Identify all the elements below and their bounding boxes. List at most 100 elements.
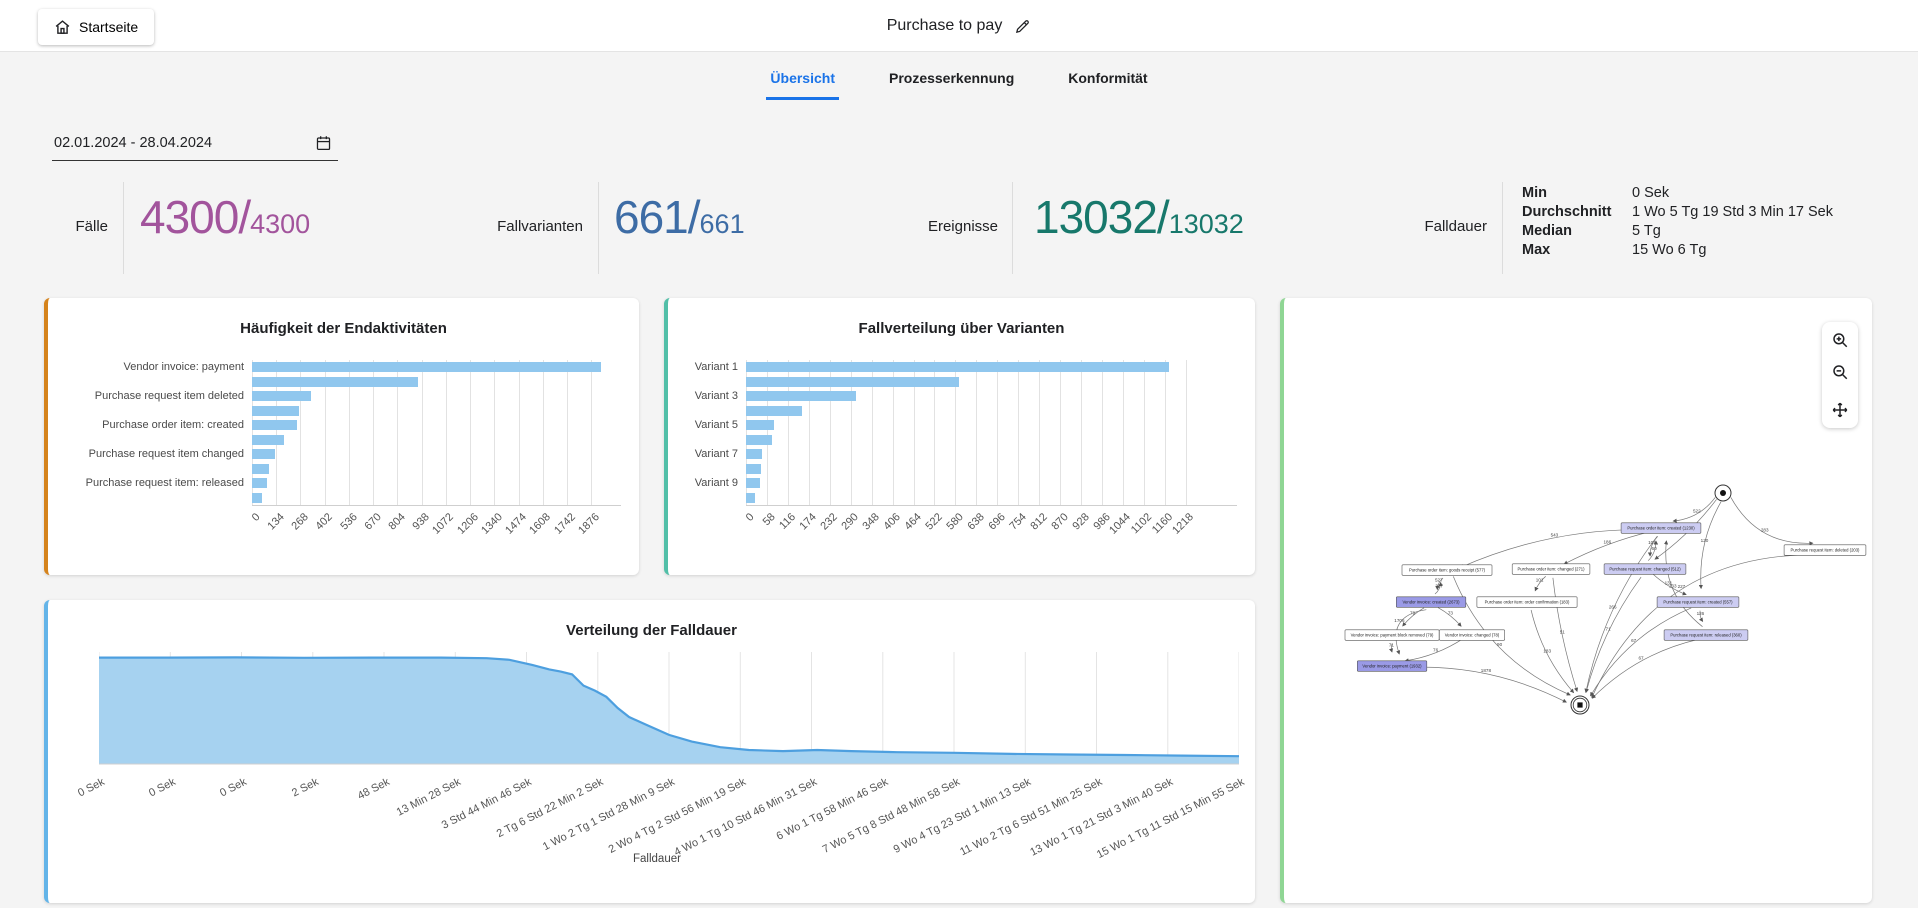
node-label: Purchase request item: deleted (203)	[1791, 548, 1861, 553]
bar-track	[252, 433, 621, 448]
divider	[598, 182, 599, 274]
activity-node[interactable]: Purchase request item: changed (512)	[1603, 563, 1687, 575]
bar-rows: Variant 1 Variant 3 Variant 5 Variant 7 Vari…	[688, 360, 1237, 505]
bar-track	[252, 418, 621, 433]
bar[interactable]	[746, 492, 756, 503]
x-tick-label: 1876	[576, 511, 602, 537]
bar-label: Variant 5	[694, 419, 738, 432]
graph-edge	[1730, 497, 1814, 546]
graph-edge	[1591, 554, 1818, 699]
divider	[1502, 182, 1503, 274]
stat-value: 1 Wo 5 Tg 19 Std 3 Min 17 Sek	[1632, 204, 1833, 220]
x-tick-label: 0	[743, 511, 757, 524]
x-tick-label: 2 Wo 4 Tg 2 Std 56 Min 19 Sek	[606, 776, 748, 856]
x-tick-label: 174	[797, 511, 820, 533]
x-axis-label: Falldauer	[633, 853, 681, 865]
activity-node[interactable]: Vendor invoice: changed (78)	[1439, 629, 1506, 641]
process-graph[interactable]: 5222831201295431861016052732779731706717…	[1284, 298, 1876, 903]
bar-row	[688, 462, 1237, 477]
edge-label: 1706	[1394, 618, 1405, 623]
edge-label: 183	[1543, 648, 1551, 653]
bar[interactable]	[252, 449, 275, 460]
x-tick-label: 1 Wo 2 Tg 1 Std 28 Min 9 Sek	[540, 776, 677, 854]
bar[interactable]	[252, 463, 269, 474]
edit-title-button[interactable]	[1014, 18, 1031, 35]
x-tick-label: 0	[249, 511, 263, 524]
start-node[interactable]	[1714, 484, 1732, 502]
tab-prozesserkennung[interactable]: Prozesserkennung	[885, 62, 1018, 100]
bar-row	[68, 375, 621, 390]
bar-row: Purchase request item deleted	[68, 389, 621, 404]
activity-node[interactable]: Purchase order item: goods receipt (577)	[1401, 564, 1493, 576]
activity-node[interactable]: Purchase order item: order confirmation …	[1476, 596, 1578, 608]
tab-uebersicht[interactable]: Übersicht	[766, 62, 839, 100]
x-tick-label: 268	[289, 511, 311, 533]
x-tick-label: 4 Wo 1 Tg 10 Std 46 Min 31 Sek	[672, 776, 819, 859]
x-tick-label: 1742	[551, 511, 578, 537]
bar-label: Purchase request item changed	[88, 448, 244, 461]
x-tick-label: 580	[944, 511, 966, 533]
bar-track	[252, 491, 621, 506]
activity-node[interactable]: Vendor invoice: created (2673)	[1396, 596, 1467, 608]
node-label: Vendor invoice: created (2673)	[1402, 600, 1460, 605]
activity-node[interactable]: Purchase request item: created (557)	[1656, 596, 1740, 608]
bar[interactable]	[252, 405, 299, 416]
page-title: Purchase to pay	[886, 17, 1003, 34]
bar-label: Variant 7	[694, 448, 738, 461]
x-tick-label: 928	[1070, 511, 1092, 533]
end-node[interactable]	[1570, 695, 1590, 715]
bar[interactable]	[746, 405, 803, 416]
tab-konformitaet[interactable]: Konformität	[1064, 62, 1151, 100]
activity-node[interactable]: Purchase request item: released (360)	[1663, 629, 1749, 641]
node-label: Purchase request item: changed (512)	[1609, 567, 1681, 572]
activity-node[interactable]: Purchase order item: created (1230)	[1620, 522, 1702, 534]
bar-label: Purchase request item deleted	[94, 390, 244, 403]
bar[interactable]	[746, 376, 960, 387]
bar[interactable]	[746, 449, 762, 460]
x-tick-label: 402	[313, 511, 336, 533]
x-tick-label: 7 Wo 5 Tg 8 Std 48 Min 58 Sek	[820, 776, 962, 856]
graph-edge	[1563, 530, 1653, 565]
end-activities-chart: Vendor invoice: payment Purchase request …	[68, 360, 621, 561]
zoom-in-button[interactable]	[1826, 326, 1854, 354]
bar[interactable]	[746, 434, 772, 445]
x-axis: 0 58 116 174 232 290 348 406 464 522 580 638 696 754 8…	[743, 505, 1237, 561]
zoom-out-icon	[1833, 365, 1848, 380]
bar[interactable]	[746, 463, 761, 474]
home-button[interactable]: Startseite	[38, 9, 155, 45]
bar[interactable]	[252, 362, 602, 373]
activity-node[interactable]: Purchase request item: deleted (203)	[1783, 544, 1867, 556]
zoom-in-icon	[1833, 333, 1848, 348]
edge-label: 1878	[1481, 668, 1492, 673]
x-tick-label: 670	[362, 511, 384, 533]
stat-name: Max	[1522, 242, 1551, 258]
bar[interactable]	[746, 391, 856, 402]
home-icon	[55, 19, 70, 34]
activity-node[interactable]: Vendor invoice: payment block removed (7…	[1344, 629, 1440, 641]
bar[interactable]	[252, 434, 284, 445]
zoom-out-button[interactable]	[1826, 358, 1854, 386]
graph-edge	[1584, 535, 1658, 693]
pan-button[interactable]	[1826, 396, 1854, 424]
bar[interactable]	[746, 478, 760, 489]
node-label: Vendor invoice: payment (1932)	[1362, 664, 1422, 669]
edge-label: 266	[1609, 605, 1617, 610]
edge-label: 327	[1435, 583, 1443, 588]
bar[interactable]	[252, 391, 311, 402]
bar[interactable]	[746, 420, 774, 431]
bar[interactable]	[746, 362, 1169, 373]
x-tick-label: 938	[410, 511, 433, 533]
bar[interactable]	[252, 492, 262, 503]
activity-node[interactable]: Purchase order item: changed (271)	[1511, 563, 1591, 575]
bar-label: Variant 1	[694, 361, 738, 374]
date-range-field[interactable]: 02.01.2024 - 28.04.2024	[52, 130, 338, 161]
bar[interactable]	[252, 376, 418, 387]
x-tick-label: 2 Sek	[289, 776, 321, 800]
bar[interactable]	[252, 420, 297, 431]
bar-row: Variant 7	[688, 447, 1237, 462]
activity-node[interactable]: Vendor invoice: payment (1932)	[1357, 660, 1428, 672]
bar[interactable]	[252, 478, 267, 489]
x-tick-label: 804	[386, 511, 408, 533]
node-label: Purchase request item: released (360)	[1670, 633, 1742, 638]
bar-track	[746, 375, 1237, 390]
